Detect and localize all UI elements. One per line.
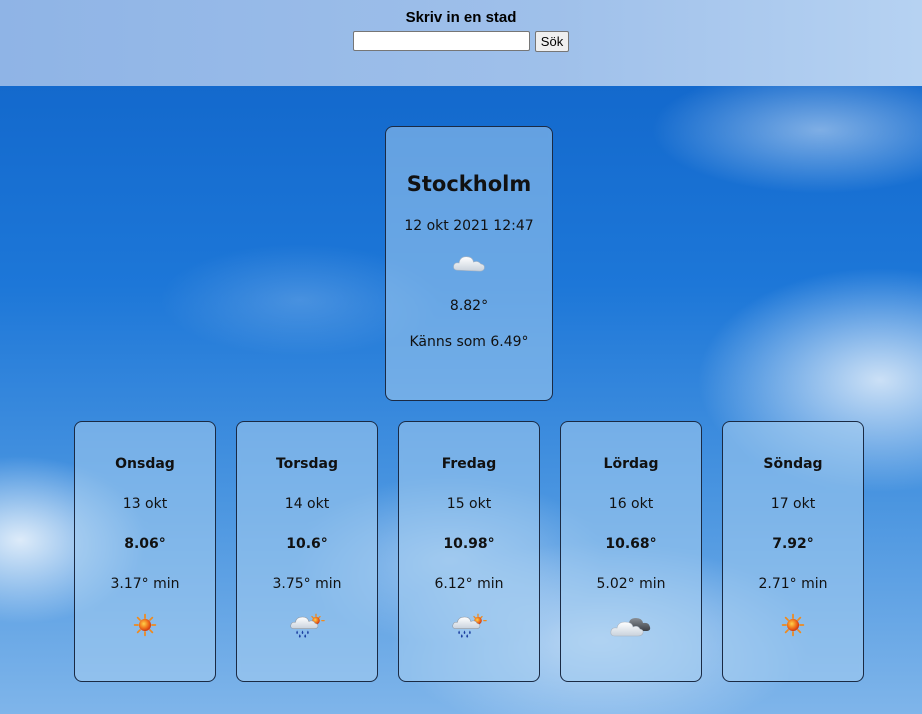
forecast-day: Lördag xyxy=(603,456,659,472)
current-weather-card: Stockholm 12 okt 2021 12:47 8.82° Känns … xyxy=(385,126,553,401)
forecast-day: Fredag xyxy=(441,456,497,472)
forecast-day: Torsdag xyxy=(275,456,339,472)
forecast-date: 15 okt xyxy=(446,496,492,512)
search-button[interactable]: Sök xyxy=(534,31,570,52)
forecast-date: 17 okt xyxy=(770,496,816,512)
city-name: Stockholm xyxy=(406,172,532,196)
current-temperature: 8.82° xyxy=(449,298,489,314)
forecast-min-temp: 6.12° min xyxy=(434,576,504,592)
forecast-max-temp: 10.98° xyxy=(443,536,495,552)
forecast-card: Torsdag 14 okt 10.6° 3.75° min xyxy=(236,421,378,682)
rain-sun-icon xyxy=(399,612,539,642)
search-title: Skriv in en stad xyxy=(405,9,517,26)
sun-icon xyxy=(75,612,215,642)
city-search-input[interactable] xyxy=(352,31,530,51)
feels-like: Känns som 6.49° xyxy=(409,334,529,350)
forecast-min-temp: 3.17° min xyxy=(110,576,180,592)
sun-icon xyxy=(723,612,863,642)
cloud-icon xyxy=(386,252,552,282)
forecast-card: Lördag 16 okt 10.68° 5.02° min xyxy=(560,421,702,682)
forecast-date: 13 okt xyxy=(122,496,168,512)
forecast-day: Söndag xyxy=(763,456,823,472)
current-datetime: 12 okt 2021 12:47 xyxy=(404,218,534,234)
forecast-card: Söndag 17 okt 7.92° 2.71° min xyxy=(722,421,864,682)
search-row: Sök xyxy=(0,31,922,52)
rain-sun-icon xyxy=(237,612,377,642)
forecast-min-temp: 2.71° min xyxy=(758,576,828,592)
forecast-max-temp: 10.68° xyxy=(605,536,657,552)
forecast-day: Onsdag xyxy=(115,456,175,472)
forecast-date: 16 okt xyxy=(608,496,654,512)
forecast-min-temp: 3.75° min xyxy=(272,576,342,592)
forecast-date: 14 okt xyxy=(284,496,330,512)
search-header: Skriv in en stad Sök xyxy=(0,0,922,86)
forecast-card: Onsdag 13 okt 8.06° 3.17° min xyxy=(74,421,216,682)
forecast-min-temp: 5.02° min xyxy=(596,576,666,592)
forecast-card: Fredag 15 okt 10.98° 6.12° min xyxy=(398,421,540,682)
clouds-icon xyxy=(561,612,701,642)
forecast-max-temp: 10.6° xyxy=(286,536,328,552)
forecast-max-temp: 8.06° xyxy=(124,536,166,552)
forecast-max-temp: 7.92° xyxy=(772,536,814,552)
